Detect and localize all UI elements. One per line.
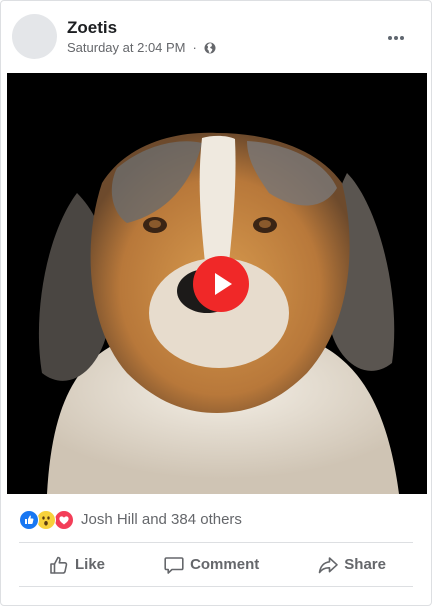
comment-button[interactable]: Comment [163, 543, 259, 586]
comment-icon [164, 556, 184, 574]
post-meta: Saturday at 2:04 PM · [67, 40, 216, 55]
like-label: Like [75, 556, 106, 573]
avatar[interactable] [12, 14, 57, 59]
comment-label: Comment [190, 556, 260, 573]
post-card: Zoetis Saturday at 2:04 PM · Josh Hill a… [0, 0, 432, 606]
like-button[interactable]: Like [48, 543, 105, 586]
more-horizontal-icon [387, 28, 405, 46]
reactions-count-text[interactable]: Josh Hill and 384 others [81, 511, 242, 528]
reaction-icons [19, 509, 77, 530]
love-reaction-icon [54, 510, 74, 530]
globe-icon [204, 42, 216, 54]
like-reaction-icon [19, 510, 39, 530]
meta-separator: · [192, 40, 197, 55]
video-player[interactable] [7, 73, 427, 494]
share-arrow-icon [318, 556, 339, 573]
reactions-summary[interactable]: Josh Hill and 384 others [19, 508, 242, 530]
share-label: Share [344, 556, 386, 573]
post-timestamp[interactable]: Saturday at 2:04 PM [67, 40, 186, 55]
post-header: Zoetis Saturday at 2:04 PM · [1, 1, 431, 73]
share-button[interactable]: Share [317, 543, 386, 586]
wow-reaction-icon [36, 510, 56, 530]
more-options-button[interactable] [385, 27, 407, 47]
play-icon[interactable] [193, 256, 249, 312]
divider [19, 586, 413, 587]
page-name[interactable]: Zoetis [67, 18, 117, 38]
thumbs-up-icon [50, 556, 68, 574]
post-actions: Like Comment Share [19, 543, 413, 586]
